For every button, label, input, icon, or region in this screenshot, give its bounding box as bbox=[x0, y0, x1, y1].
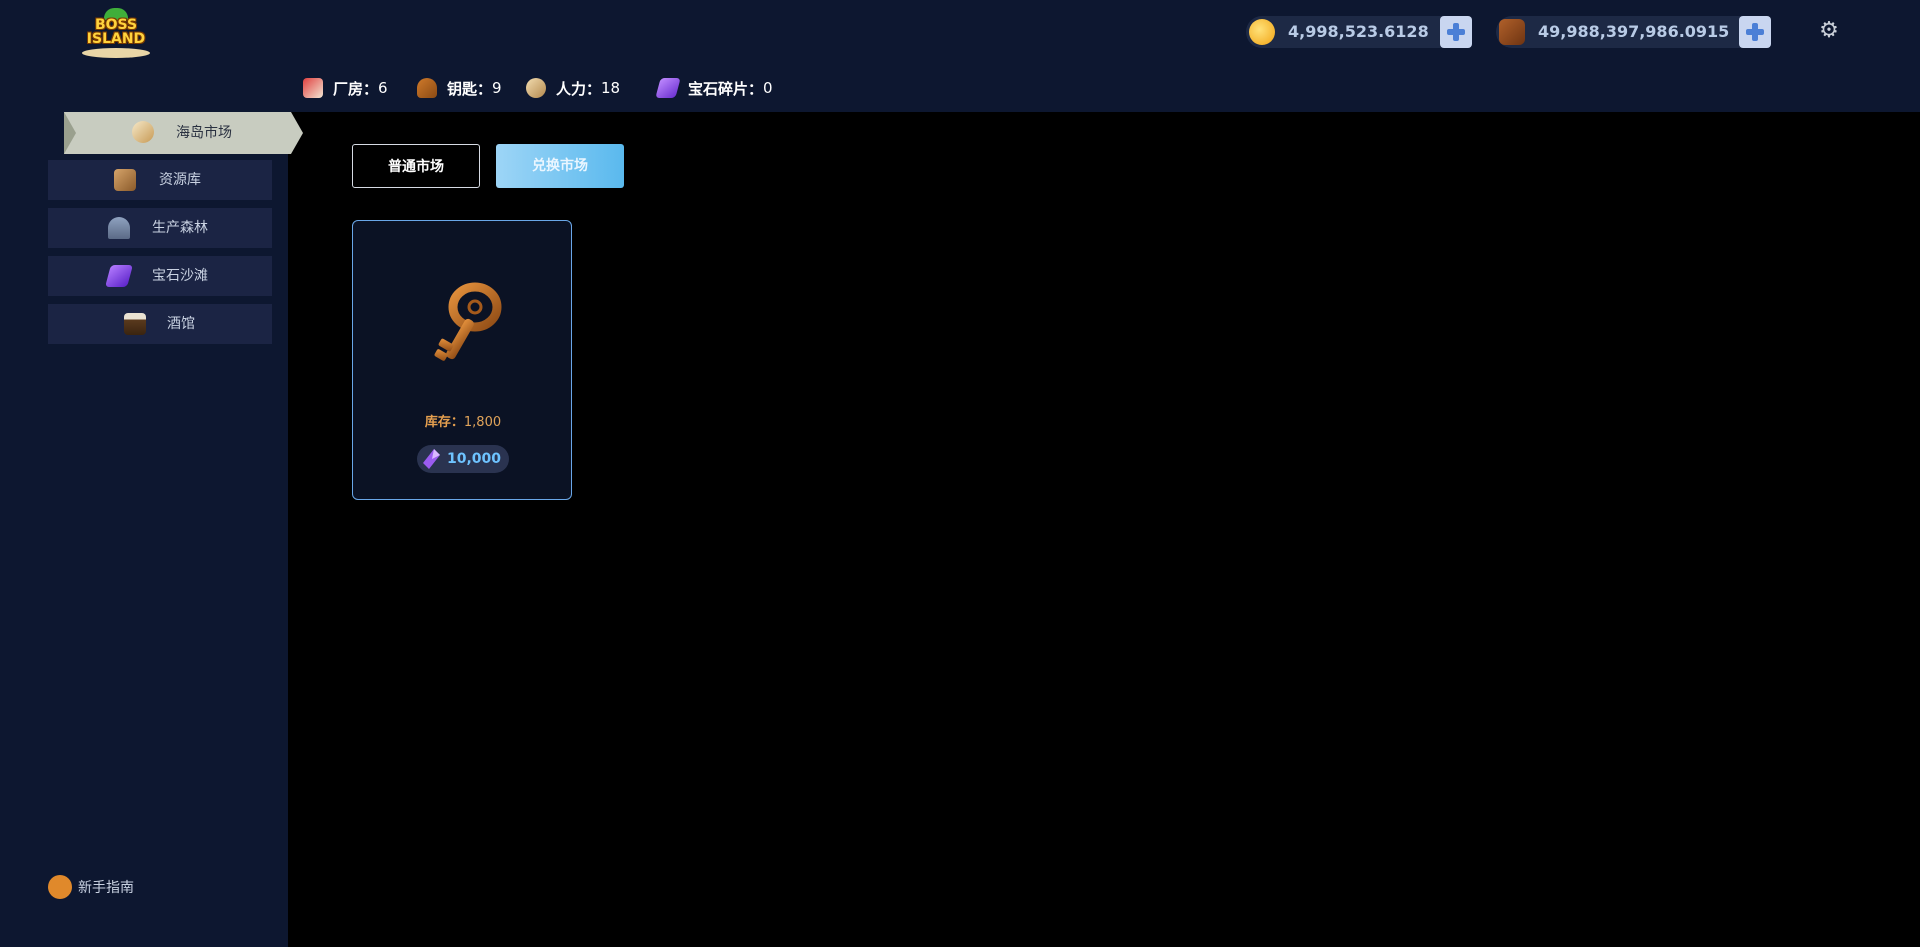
sidebar-item-label: 生产森林 bbox=[152, 220, 208, 236]
stat-workers: 人力： 18 bbox=[526, 77, 620, 99]
sidebar-item-island-market[interactable]: 海岛市场 bbox=[64, 112, 303, 154]
logo-text-line-1: BOSS bbox=[94, 17, 138, 33]
logo-island-base bbox=[82, 48, 150, 58]
active-indicator bbox=[64, 112, 76, 154]
gear-icon[interactable]: ⚙ bbox=[1818, 20, 1840, 42]
stock-label: 库存： bbox=[424, 415, 464, 430]
sidebar-item-gem-beach[interactable]: 宝石沙滩 bbox=[48, 256, 272, 296]
tab-normal-market[interactable]: 普通市场 bbox=[352, 144, 480, 188]
stock-value: 1,800 bbox=[463, 415, 502, 430]
stat-keys-label: 钥匙： bbox=[447, 79, 493, 98]
stat-keys-value: 9 bbox=[492, 79, 502, 97]
workers-icon bbox=[526, 78, 546, 98]
add-gold-button[interactable] bbox=[1440, 16, 1472, 48]
add-wood-button[interactable] bbox=[1739, 16, 1771, 48]
stats-bar: 厂房： 6 钥匙： 9 人力： 18 宝石碎片： 0 bbox=[288, 63, 1920, 112]
palm-tree-icon bbox=[108, 217, 130, 239]
beginner-guide-label: 新手指南 bbox=[78, 880, 134, 896]
stat-gem-shards-label: 宝石碎片： bbox=[688, 79, 764, 98]
key-icon bbox=[417, 78, 437, 98]
sidebar-item-resource-vault[interactable]: 资源库 bbox=[48, 160, 272, 200]
stat-keys: 钥匙： 9 bbox=[417, 77, 502, 99]
factory-icon bbox=[303, 78, 323, 98]
beer-mug-icon bbox=[124, 313, 146, 335]
top-header: BOSS ISLAND 4,998,523.6128 49,988,397,98… bbox=[0, 0, 1920, 63]
price-value: 10,000 bbox=[447, 451, 502, 467]
stat-gem-shards-value: 0 bbox=[763, 79, 773, 97]
stat-factory: 厂房： 6 bbox=[303, 77, 388, 99]
key-icon bbox=[434, 282, 502, 361]
wood-balance: 49,988,397,986.0915 bbox=[1496, 16, 1756, 48]
wood-balance-value: 49,988,397,986.0915 bbox=[1538, 22, 1730, 41]
gem-icon bbox=[105, 265, 133, 287]
treasure-chest-icon bbox=[114, 169, 136, 191]
wood-logs-icon bbox=[1499, 19, 1525, 45]
gold-coin-icon bbox=[1249, 19, 1275, 45]
logo-text: BOSS ISLAND bbox=[78, 18, 154, 46]
stat-factory-value: 6 bbox=[378, 79, 388, 97]
stock-info: 库存：1,800 bbox=[353, 411, 573, 430]
sidebar-item-label: 酒馆 bbox=[167, 316, 195, 332]
beginner-guide-link[interactable]: 新手指南 bbox=[48, 874, 134, 900]
boss-island-logo[interactable]: BOSS ISLAND bbox=[78, 8, 154, 58]
stat-gem-shards: 宝石碎片： 0 bbox=[655, 77, 773, 99]
gold-balance: 4,998,523.6128 bbox=[1246, 16, 1466, 48]
sidebar-item-label: 宝石沙滩 bbox=[152, 268, 208, 284]
sidebar-item-label: 海岛市场 bbox=[176, 125, 232, 141]
pretzel-icon bbox=[48, 875, 72, 899]
market-item-card[interactable]: 库存：1,800 10,000 bbox=[352, 220, 572, 500]
tab-exchange-market[interactable]: 兑换市场 bbox=[496, 144, 624, 188]
stat-workers-value: 18 bbox=[601, 79, 621, 97]
logo-text-line-2: ISLAND bbox=[86, 31, 146, 47]
gold-balance-value: 4,998,523.6128 bbox=[1288, 22, 1429, 41]
stat-workers-label: 人力： bbox=[556, 79, 602, 98]
price-button[interactable]: 10,000 bbox=[417, 445, 509, 473]
stat-factory-label: 厂房： bbox=[333, 79, 379, 98]
sidebar-item-tavern[interactable]: 酒馆 bbox=[48, 304, 272, 344]
boat-icon bbox=[132, 121, 154, 143]
sidebar-item-label: 资源库 bbox=[159, 172, 201, 188]
sidebar: 海岛市场 资源库 生产森林 宝石沙滩 酒馆 新手指南 bbox=[0, 63, 303, 947]
sidebar-item-production-forest[interactable]: 生产森林 bbox=[48, 208, 272, 248]
gem-shard-icon bbox=[655, 78, 681, 98]
gem-shard-icon bbox=[423, 449, 440, 469]
